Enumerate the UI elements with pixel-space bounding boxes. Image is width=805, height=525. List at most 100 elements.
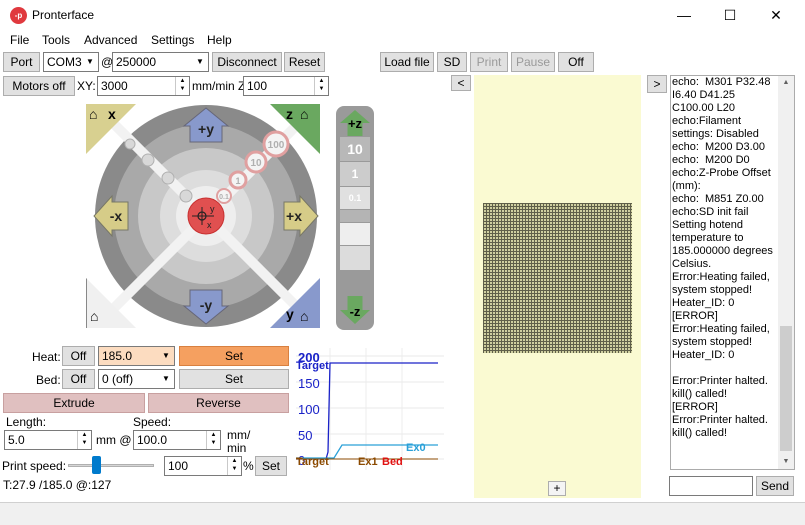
window-title: Pronterface bbox=[32, 8, 95, 22]
z-step-down-1[interactable] bbox=[340, 223, 370, 245]
heat-set-button[interactable]: Set bbox=[179, 346, 289, 366]
xy-jog-control[interactable]: 100 10 1 0.1 y x +y -y -x +x bbox=[86, 104, 326, 328]
bed-temp-select[interactable]: 0 (off) ▼ bbox=[98, 369, 175, 389]
close-button[interactable]: ✕ bbox=[753, 0, 799, 30]
spin-arrows-icon[interactable]: ▲ ▼ bbox=[77, 431, 91, 449]
print-speed-slider-thumb[interactable] bbox=[92, 456, 102, 474]
spin-arrows-icon[interactable]: ▲ ▼ bbox=[227, 457, 241, 475]
console-line: settings: Disabled bbox=[672, 128, 759, 140]
step-1-label: 1 bbox=[235, 176, 240, 186]
send-button[interactable]: Send bbox=[756, 476, 794, 496]
heat-temp-value: 185.0 bbox=[102, 349, 133, 363]
console-scrollbar[interactable]: ▲ ▼ bbox=[778, 76, 794, 469]
speed-label: Speed: bbox=[133, 415, 172, 429]
mm-at-label: mm @ bbox=[96, 433, 132, 447]
console-line: echo: M200 D3.00 bbox=[672, 141, 765, 153]
menu-file[interactable]: File bbox=[10, 33, 29, 47]
bed-label: Bed: bbox=[36, 373, 61, 387]
temperature-status-text: T:27.9 /185.0 @:127 bbox=[3, 478, 112, 492]
z-step-down-10[interactable] bbox=[340, 246, 370, 270]
bed-set-button[interactable]: Set bbox=[179, 369, 289, 389]
console-line: Setting hotend bbox=[672, 219, 743, 231]
print-speed-set-button[interactable]: Set bbox=[255, 456, 287, 476]
disconnect-button[interactable]: Disconnect bbox=[212, 52, 282, 72]
print-speed-slider-track[interactable] bbox=[68, 464, 154, 467]
home-z-label: z bbox=[286, 106, 293, 122]
bed-label-graph: Bed bbox=[382, 456, 403, 468]
length-value: 5.0 bbox=[8, 433, 25, 447]
spin-arrows-icon[interactable]: ▲ ▼ bbox=[314, 77, 328, 95]
scroll-down-icon[interactable]: ▼ bbox=[778, 455, 794, 469]
dot-marker bbox=[141, 153, 155, 167]
pause-button[interactable]: Pause bbox=[511, 52, 555, 72]
step-1-badge[interactable]: 1 bbox=[228, 170, 248, 190]
reverse-button[interactable]: Reverse bbox=[148, 393, 289, 413]
load-file-button[interactable]: Load file bbox=[380, 52, 434, 72]
sd-button[interactable]: SD bbox=[437, 52, 467, 72]
maximize-button[interactable]: ☐ bbox=[707, 0, 753, 30]
plus-z-label: +z bbox=[347, 116, 363, 131]
add-button[interactable]: + bbox=[548, 481, 566, 496]
xy-feedrate-input[interactable]: 3000 ▲ ▼ bbox=[97, 76, 190, 96]
z-step-down-01[interactable] bbox=[340, 210, 370, 222]
menu-tools[interactable]: Tools bbox=[42, 33, 70, 47]
menu-help[interactable]: Help bbox=[207, 33, 232, 47]
console-line: kill() called! bbox=[672, 388, 728, 400]
step-100-badge[interactable]: 100 bbox=[262, 130, 290, 158]
spin-arrows-icon[interactable]: ▲ ▼ bbox=[206, 431, 220, 449]
off-button[interactable]: Off bbox=[558, 52, 594, 72]
spin-arrows-icon[interactable]: ▲ ▼ bbox=[175, 77, 189, 95]
menu-advanced[interactable]: Advanced bbox=[84, 33, 137, 47]
dot-marker bbox=[124, 138, 136, 150]
extrude-button[interactable]: Extrude bbox=[3, 393, 145, 413]
xy-feedrate-value: 3000 bbox=[101, 79, 128, 93]
console-line: 185.000000 degrees bbox=[672, 245, 773, 257]
speed-input[interactable]: 100.0 ▲ ▼ bbox=[133, 430, 221, 450]
step-01-badge[interactable]: 0.1 bbox=[216, 188, 232, 204]
z-feedrate-input[interactable]: 100 ▲ ▼ bbox=[243, 76, 329, 96]
console-line: Celsius. bbox=[672, 258, 712, 270]
command-input[interactable] bbox=[669, 476, 753, 496]
console-line: echo: M200 D0 bbox=[672, 154, 750, 166]
scroll-up-icon[interactable]: ▲ bbox=[778, 76, 794, 90]
chevron-down-icon: ▼ bbox=[162, 351, 170, 360]
console-log[interactable]: echo: M301 P32.48 I6.40 D41.25 C100.00 L20… bbox=[670, 75, 795, 470]
y-tick-100: 100 bbox=[298, 402, 320, 417]
length-input[interactable]: 5.0 ▲ ▼ bbox=[4, 430, 92, 450]
step-01-label: 0.1 bbox=[219, 194, 229, 201]
heat-off-button[interactable]: Off bbox=[62, 346, 95, 366]
menu-settings[interactable]: Settings bbox=[151, 33, 194, 47]
collapse-left-button[interactable]: < bbox=[451, 75, 471, 91]
print-button[interactable]: Print bbox=[470, 52, 508, 72]
reset-button[interactable]: Reset bbox=[284, 52, 325, 72]
scrollbar-thumb[interactable] bbox=[780, 326, 792, 451]
console-line: [ERROR] bbox=[672, 401, 718, 413]
bed-off-button[interactable]: Off bbox=[62, 369, 95, 389]
home-icon: ⌂ bbox=[90, 308, 99, 324]
minimize-button[interactable]: — bbox=[661, 0, 707, 30]
console-line: echo:Z-Probe Offset bbox=[672, 167, 771, 179]
console-line: Error:Heating failed, bbox=[672, 271, 770, 283]
expand-right-button[interactable]: > bbox=[647, 75, 667, 93]
console-line: [ERROR] bbox=[672, 310, 718, 322]
motors-off-button[interactable]: Motors off bbox=[3, 76, 75, 96]
z-step-10-button[interactable]: 10 bbox=[340, 137, 370, 161]
console-line: I6.40 D41.25 bbox=[672, 89, 735, 101]
port-select[interactable]: COM3 ▼ bbox=[43, 52, 99, 72]
print-speed-input[interactable]: 100 ▲ ▼ bbox=[164, 456, 242, 476]
chevron-down-icon: ▼ bbox=[196, 57, 204, 66]
console-line: Heater_ID: 0 bbox=[672, 349, 735, 361]
print-bed-grid[interactable] bbox=[483, 203, 632, 353]
step-10-badge[interactable]: 10 bbox=[244, 150, 268, 174]
minus-z-label: -z bbox=[349, 304, 361, 319]
y-tick-150: 150 bbox=[298, 376, 320, 391]
baud-select[interactable]: 250000 ▼ bbox=[112, 52, 209, 72]
z-step-01-button[interactable]: 0.1 bbox=[340, 187, 370, 209]
console-line: Error:Printer halted. bbox=[672, 414, 768, 426]
heat-temp-select[interactable]: 185.0 ▼ bbox=[98, 346, 175, 366]
console-line: Error:Printer halted. bbox=[672, 375, 768, 387]
port-button[interactable]: Port bbox=[3, 52, 40, 72]
console-lines: echo: M301 P32.48 I6.40 D41.25 C100.00 L20… bbox=[671, 76, 794, 440]
z-step-1-button[interactable]: 1 bbox=[340, 162, 370, 186]
console-line: Error:Heating failed, bbox=[672, 323, 770, 335]
